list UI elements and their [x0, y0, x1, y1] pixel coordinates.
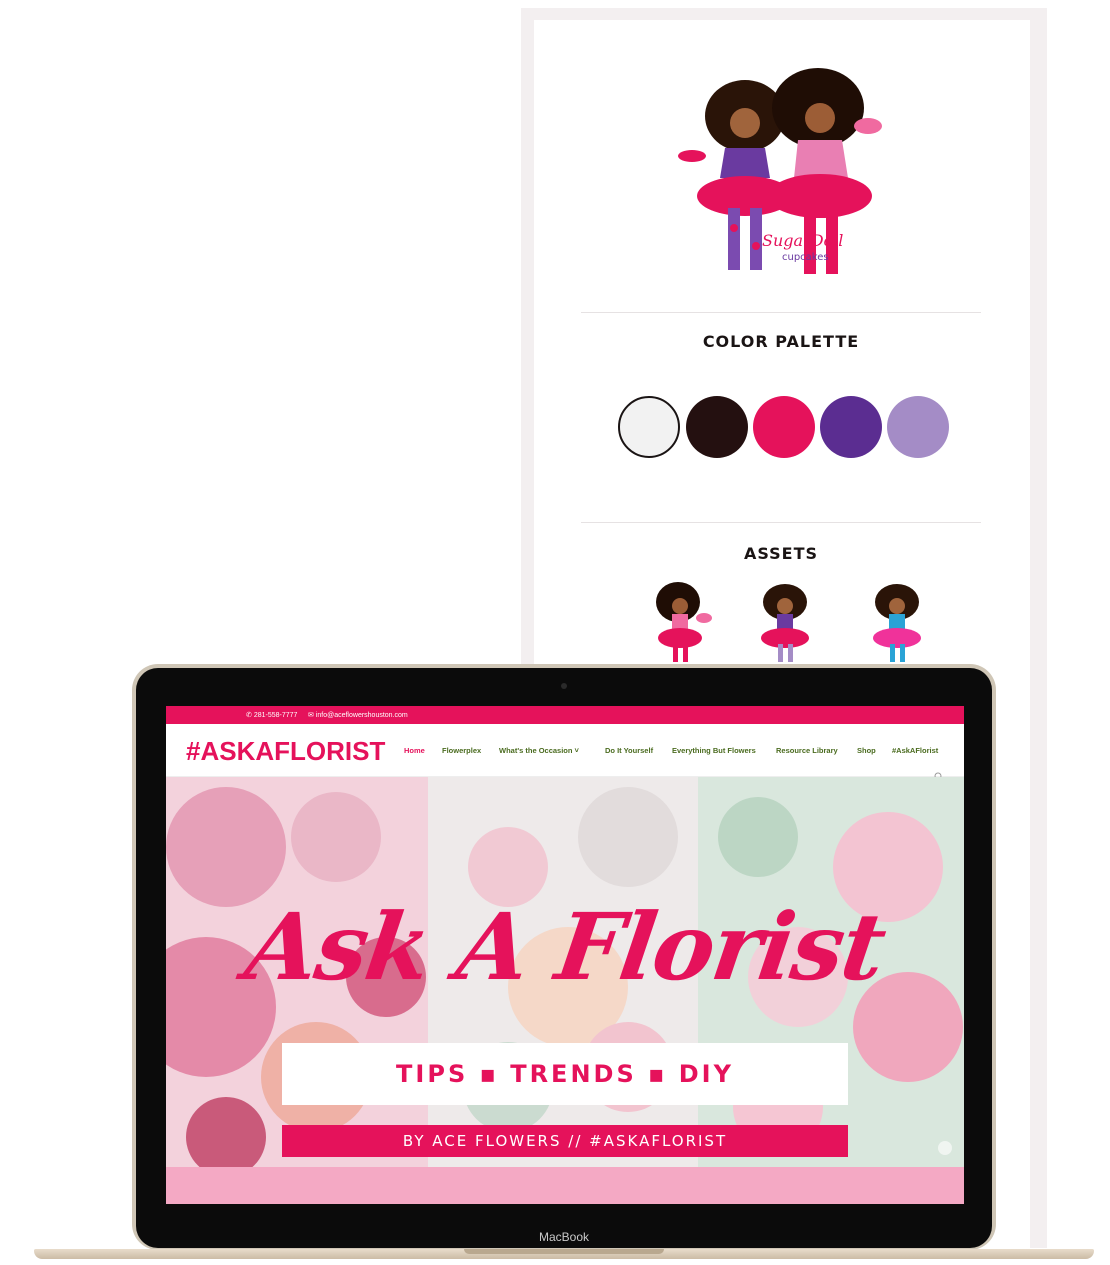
doll-character-2-icon [761, 584, 809, 662]
phone-link[interactable]: ✆ 281-558-7777 [246, 711, 297, 719]
nav-item-askaflorist[interactable]: #AskAFlorist [892, 746, 938, 755]
camera-icon [561, 683, 567, 689]
nav-item-resource-library[interactable]: Resource Library [776, 746, 838, 755]
sugardoll-cupcakes-logo-icon: SugarDoll cupcakes [678, 68, 882, 274]
palette-swatch-purple [820, 396, 882, 458]
phone-text: 281-558-7777 [253, 712, 298, 719]
palette-swatch-white [618, 396, 680, 458]
hero-byline: BY ACE FLOWERS // #ASKAFLORIST [402, 1132, 728, 1150]
sheet-divider [581, 312, 981, 313]
color-palette-title: COLOR PALETTE [702, 332, 860, 351]
assets-title: ASSETS [743, 544, 819, 563]
palette-swatch-pink [753, 396, 815, 458]
phone-icon: ✆ [246, 712, 254, 719]
doll-character-1-icon [656, 582, 712, 662]
nav-item-flowerplex[interactable]: Flowerplex [442, 746, 481, 755]
hero-headline: Ask A Florist [239, 893, 891, 1001]
palette-swatch-dark-brown [686, 396, 748, 458]
site-logo[interactable]: #ASKAFLORIST [186, 736, 385, 767]
nav-item-do-it-yourself[interactable]: Do It Yourself [605, 746, 653, 755]
nav-item-whats-the-occasion[interactable]: What's the Occasion ˅ [499, 746, 579, 755]
site-topbar: ✆ 281-558-7777 ✉ info@aceflowershouston.… [166, 706, 964, 724]
laptop-base-notch [464, 1249, 664, 1254]
edit-icon[interactable] [938, 1141, 952, 1155]
site-nav: #ASKAFLORIST Home Flowerplex What's the … [166, 724, 964, 782]
logo-wordmark-secondary: cupcakes [782, 252, 829, 263]
macbook-label: MacBook [538, 1230, 590, 1244]
logo-wordmark-primary: SugarDoll [762, 231, 843, 250]
nav-item-home[interactable]: Home [404, 746, 425, 755]
sheet-divider [581, 522, 981, 523]
nav-item-everything-but-flowers[interactable]: Everything But Flowers [672, 746, 756, 755]
email-icon: ✉ [308, 712, 316, 719]
email-text: info@aceflowershouston.com [315, 712, 408, 719]
palette-swatch-lavender [887, 396, 949, 458]
nav-item-shop[interactable]: Shop [857, 746, 876, 755]
hero-tagline: TIPS ▪ TRENDS ▪ DIY [396, 1060, 734, 1088]
laptop-screen: ✆ 281-558-7777 ✉ info@aceflowershouston.… [166, 706, 964, 1204]
hero-banner: Ask A Florist TIPS ▪ TRENDS ▪ DIY BY ACE… [166, 777, 964, 1167]
doll-character-3-icon [873, 584, 921, 662]
bottom-strip [166, 1167, 964, 1204]
email-link[interactable]: ✉ info@aceflowershouston.com [308, 711, 408, 719]
